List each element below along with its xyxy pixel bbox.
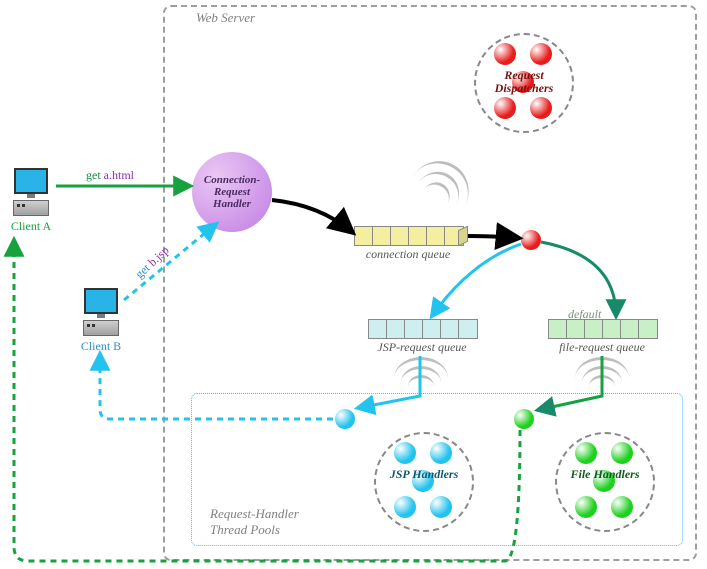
web-server-label: Web Server [196, 10, 255, 26]
dispatcher-instance [521, 230, 541, 250]
jsp-request-queue [368, 319, 478, 339]
client-b-label: Client B [76, 339, 126, 354]
jsp-handlers-pool: JSP Handlers [374, 432, 474, 532]
monitor-icon [84, 288, 118, 314]
client-a: Client A [6, 168, 56, 234]
request-a-label: get a.html [86, 168, 134, 183]
client-a-label: Client A [6, 219, 56, 234]
monitor-icon [14, 168, 48, 194]
computer-base-icon [13, 200, 49, 216]
file-request-queue-label: file-request queue [548, 340, 656, 355]
jsp-request-queue-label: JSP-request queue [368, 340, 476, 355]
file-handlers-pool: File Handlers [555, 432, 655, 532]
file-handler-instance [514, 409, 534, 429]
connection-queue [354, 226, 464, 246]
thread-pools-label: Request-Handler Thread Pools [210, 506, 299, 538]
client-b: Client B [76, 288, 126, 354]
request-dispatchers-pool: Request Dispatchers [474, 33, 574, 133]
connection-queue-label: connection queue [358, 247, 458, 262]
jsp-handler-instance [335, 409, 355, 429]
file-request-queue [548, 319, 658, 339]
connection-request-handler: Connection- Request Handler [192, 152, 272, 232]
computer-base-icon [83, 320, 119, 336]
